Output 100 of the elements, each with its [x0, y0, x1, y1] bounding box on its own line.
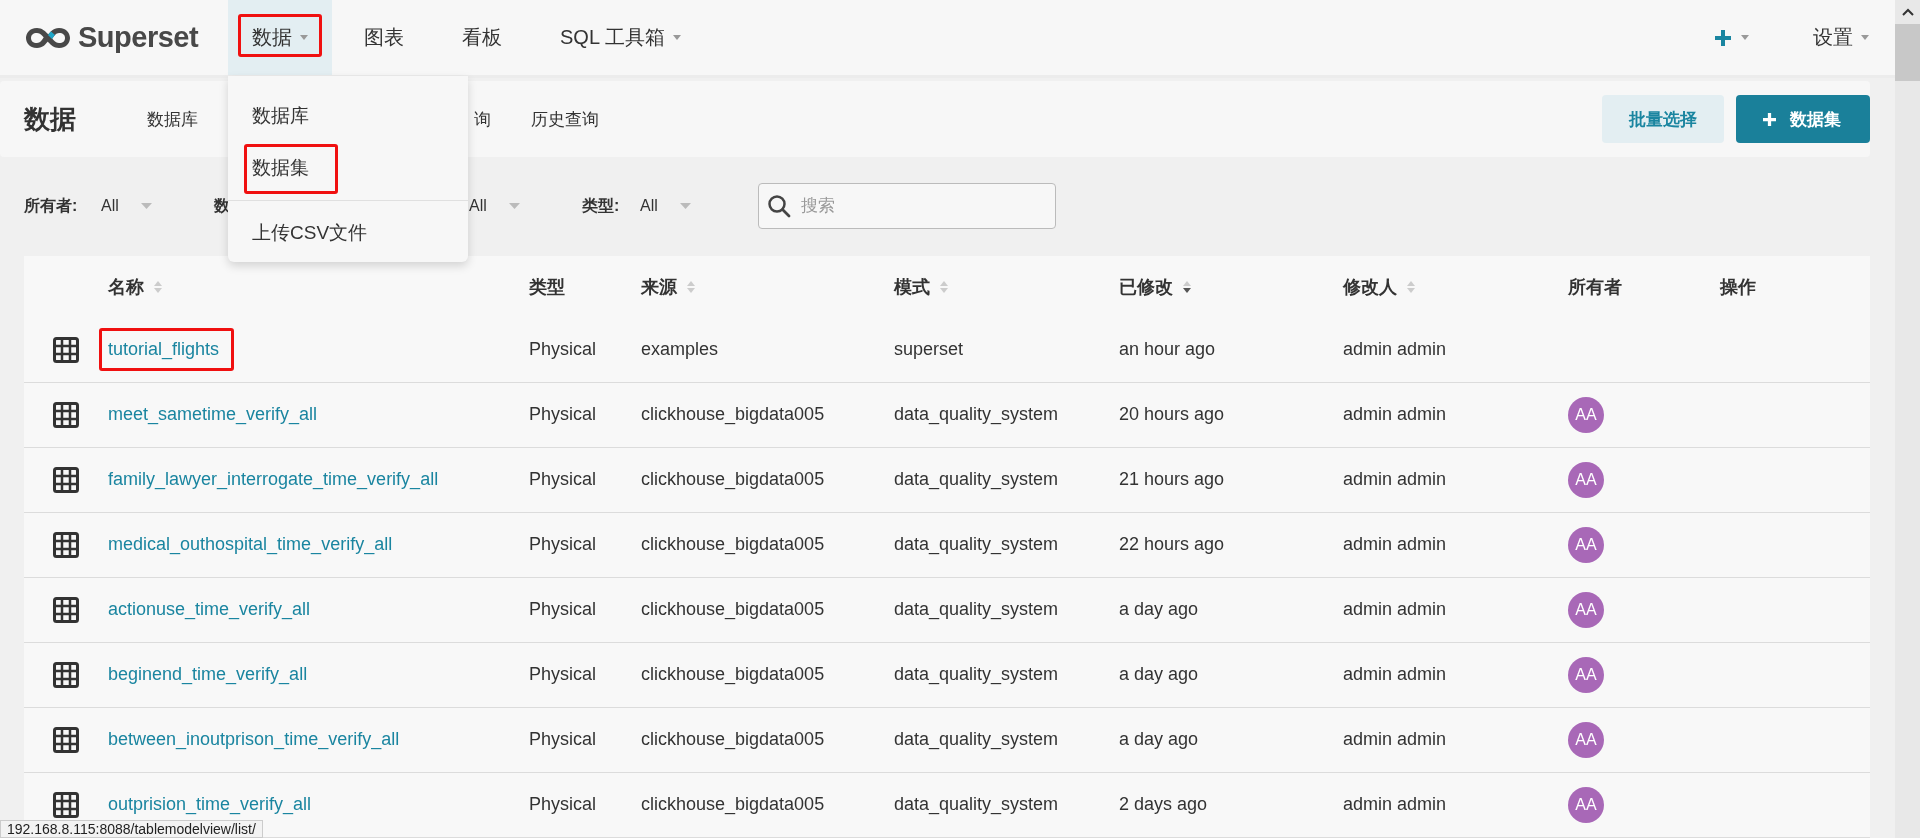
- filter-select[interactable]: All: [640, 197, 753, 216]
- table-cell: data_quality_system: [894, 469, 1059, 491]
- settings-menu[interactable]: 设置: [1781, 0, 1895, 76]
- table-cell: 2 days ago: [1119, 794, 1208, 816]
- table-cell: superset: [894, 339, 964, 361]
- table-cell: Physical: [529, 794, 597, 816]
- filter-select[interactable]: All: [101, 197, 214, 216]
- owner-avatar: AA: [1568, 787, 1604, 823]
- table-cell: data_quality_system: [894, 729, 1059, 751]
- table-cell: data_quality_system: [894, 404, 1059, 426]
- table-cell: clickhouse_bigdata005: [641, 599, 825, 621]
- nav-menu-item[interactable]: SQL 工具箱: [528, 0, 707, 76]
- table-cell: a day ago: [1119, 729, 1199, 751]
- dataset-link[interactable]: beginend_time_verify_all: [99, 653, 323, 697]
- add-dataset-button[interactable]: 数据集: [1736, 95, 1870, 144]
- caret-icon: [1861, 35, 1869, 41]
- column-header[interactable]: 已修改: [1119, 275, 1173, 299]
- plus-icon: [1715, 29, 1731, 46]
- caret-icon: [1741, 35, 1749, 41]
- nav-menu-item[interactable]: 看板: [430, 0, 528, 76]
- owner-avatar: AA: [1568, 527, 1604, 563]
- table-icon: [53, 467, 79, 493]
- dataset-link[interactable]: actionuse_time_verify_all: [99, 588, 326, 632]
- table-cell: admin admin: [1343, 469, 1447, 491]
- table-cell: 21 hours ago: [1119, 469, 1225, 491]
- table-cell: admin admin: [1343, 729, 1447, 751]
- table-cell: data_quality_system: [894, 794, 1059, 816]
- caret-icon: [140, 203, 152, 210]
- scroll-up-icon[interactable]: [1901, 8, 1914, 16]
- table-cell: admin admin: [1343, 534, 1447, 556]
- subnav-link[interactable]: 询: [474, 107, 491, 131]
- table-cell: an hour ago: [1119, 339, 1216, 361]
- column-header: 操作: [1720, 276, 1756, 299]
- table-cell: data_quality_system: [894, 534, 1059, 556]
- dataset-link[interactable]: meet_sametime_verify_all: [99, 393, 333, 437]
- page-title: 数据: [22, 102, 77, 136]
- table-icon: [53, 337, 79, 363]
- table-cell: Physical: [529, 599, 597, 621]
- brand-name[interactable]: Superset: [78, 21, 199, 55]
- table-cell: Physical: [529, 339, 597, 361]
- dataset-link[interactable]: tutorial_flights: [99, 328, 235, 372]
- table-cell: examples: [641, 339, 719, 361]
- table-cell: a day ago: [1119, 599, 1199, 621]
- menu-item[interactable]: 数据库: [228, 90, 468, 142]
- caret-icon: [672, 35, 681, 41]
- column-header: 类型: [529, 276, 565, 299]
- table-cell: admin admin: [1343, 404, 1447, 426]
- column-header[interactable]: 来源: [641, 275, 677, 299]
- scrollbar-thumb[interactable]: [1895, 24, 1920, 81]
- table-icon: [53, 402, 79, 428]
- table-cell: clickhouse_bigdata005: [641, 404, 825, 426]
- table-icon: [53, 662, 79, 688]
- table-icon: [53, 727, 79, 753]
- caret-icon: [508, 203, 520, 210]
- nav-menu-item[interactable]: 图表: [332, 0, 430, 76]
- table-icon: [53, 532, 79, 558]
- dataset-link[interactable]: family_lawyer_interrogate_time_verify_all: [99, 458, 454, 502]
- dataset-link[interactable]: medical_outhospital_time_verify_all: [99, 523, 408, 567]
- status-url-tooltip: 192.168.8.115:8088/tablemodelview/list/: [0, 820, 263, 838]
- table-cell: Physical: [529, 664, 597, 686]
- table-cell: clickhouse_bigdata005: [641, 469, 825, 491]
- table-cell: Physical: [529, 469, 597, 491]
- table-cell: data_quality_system: [894, 599, 1059, 621]
- table-cell: a day ago: [1119, 664, 1199, 686]
- caret-icon: [679, 203, 691, 210]
- table-cell: 22 hours ago: [1119, 534, 1225, 556]
- menu-item[interactable]: 数据集: [228, 142, 468, 194]
- sort-icon[interactable]: [1183, 281, 1191, 293]
- owner-avatar: AA: [1568, 462, 1604, 498]
- menu-item[interactable]: 上传CSV文件: [228, 207, 468, 259]
- table-cell: admin admin: [1343, 664, 1447, 686]
- dataset-link[interactable]: between_inoutprison_time_verify_all: [99, 718, 415, 762]
- filter-select[interactable]: All: [469, 197, 582, 216]
- table-cell: clickhouse_bigdata005: [641, 534, 825, 556]
- scrollbar[interactable]: [1895, 0, 1920, 838]
- table-icon: [53, 597, 79, 623]
- table-cell: Physical: [529, 534, 597, 556]
- search-field[interactable]: 搜索: [758, 183, 1056, 230]
- column-header[interactable]: 修改人: [1343, 275, 1397, 299]
- table-cell: 20 hours ago: [1119, 404, 1225, 426]
- owner-avatar: AA: [1568, 397, 1604, 433]
- column-header[interactable]: 模式: [894, 275, 930, 299]
- table-cell: admin admin: [1343, 599, 1447, 621]
- column-header: 所有者: [1568, 276, 1622, 299]
- table-cell: clickhouse_bigdata005: [641, 664, 825, 686]
- nav-menu-item[interactable]: 数据: [228, 0, 332, 76]
- table-cell: data_quality_system: [894, 664, 1059, 686]
- bulk-select-button[interactable]: 批量选择: [1602, 95, 1724, 144]
- owner-avatar: AA: [1568, 657, 1604, 693]
- filter-label: 数: [214, 195, 231, 216]
- table-cell: clickhouse_bigdata005: [641, 729, 825, 751]
- table-cell: admin admin: [1343, 339, 1447, 361]
- subnav-link[interactable]: 历史查询: [531, 107, 599, 131]
- filter-label: 类型:: [582, 195, 621, 216]
- plus-icon: [1763, 112, 1776, 126]
- table-cell: clickhouse_bigdata005: [641, 794, 825, 816]
- subnav-link[interactable]: 数据库: [147, 107, 198, 131]
- caret-icon: [300, 35, 308, 41]
- column-header[interactable]: 名称: [108, 275, 144, 299]
- table-icon: [53, 792, 79, 818]
